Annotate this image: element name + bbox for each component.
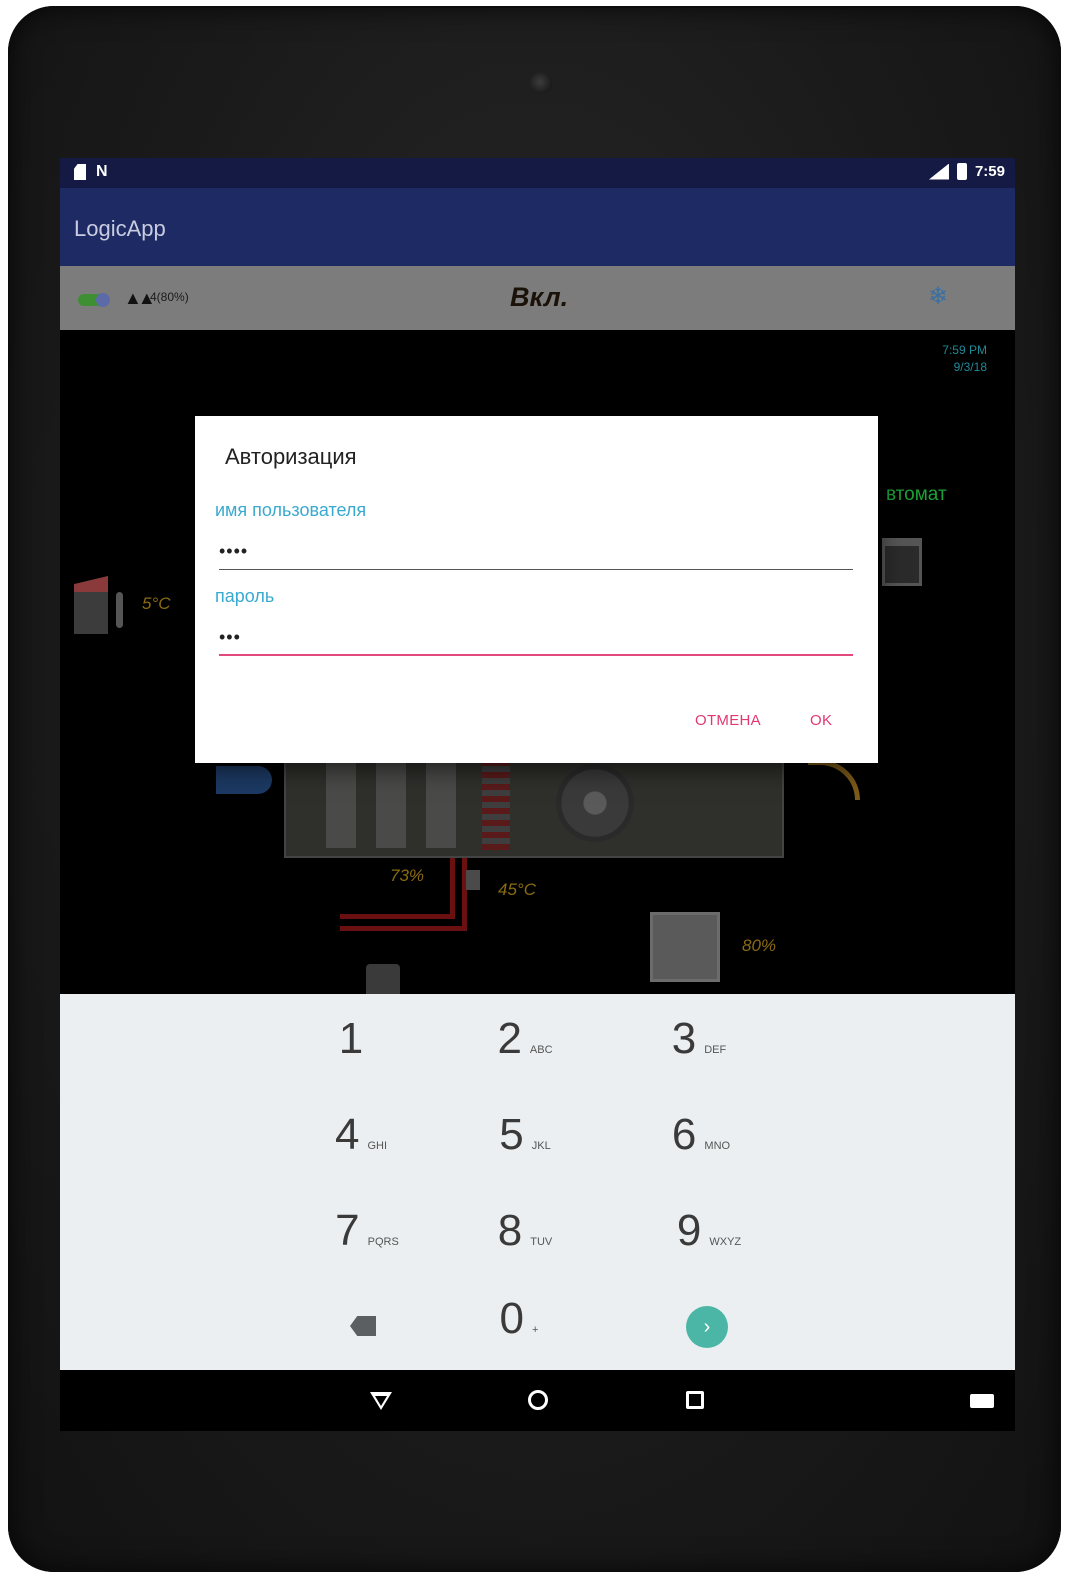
key-digit: 3 [671,1014,697,1063]
key-letters: + [532,1324,539,1336]
air-handling-unit [284,748,784,858]
app-title: LogicApp [74,216,166,241]
key-0[interactable]: 0 + [444,1294,594,1374]
control-toolbar: ▲▲ 4(80%) Вкл. ❄ [60,266,1015,330]
snowflake-icon[interactable]: ❄ [928,282,948,311]
ok-button[interactable]: OK [810,712,832,729]
key-digit: 8 [497,1206,523,1255]
key-digit: 5 [499,1110,524,1159]
home-icon[interactable] [528,1390,548,1410]
humidity-percent: 80% [742,936,777,955]
dialog-title: Авторизация [225,444,357,469]
key-letters: MNO [704,1140,731,1152]
battery-icon [956,163,967,180]
pipe [340,926,467,931]
valve-percent: 73% [390,866,425,885]
key-letters: GHI [367,1140,388,1152]
key-letters: TUV [530,1236,553,1248]
front-camera [530,72,552,94]
backspace-icon[interactable] [350,1316,376,1336]
screen: N 7:59 LogicApp ▲▲ 4(80%) Вкл. ❄ 7:59 PM… [60,158,1015,1431]
key-4[interactable]: 4 GHI [286,1110,436,1190]
pipe [450,858,455,918]
key-digit: 7 [335,1206,360,1255]
key-letters: PQRS [367,1236,399,1248]
supply-fan-icon [556,764,634,842]
fan-icon[interactable]: ▲▲ [124,288,156,309]
key-1[interactable]: 1 [276,1014,426,1094]
auth-dialog: Авторизация имя пользователя пароль ОТМЕ… [195,416,878,763]
key-9[interactable]: 9 WXYZ [634,1206,784,1286]
status-bar: N 7:59 [60,158,1015,188]
heater-coil [482,758,510,850]
key-6[interactable]: 6 MNO [626,1110,776,1190]
key-digit: 1 [338,1014,364,1063]
filter-section [376,758,406,848]
signal-icon [928,163,949,180]
back-icon[interactable] [370,1392,392,1410]
key-2[interactable]: 2 ABC [450,1014,600,1094]
cancel-button[interactable]: ОТМЕНА [695,712,761,729]
air-outlet-arrow-icon [808,760,860,800]
water-sensor-icon [466,870,480,890]
key-digit: 6 [671,1110,697,1159]
outside-temp: 5°C [142,594,171,613]
key-letters: DEF [704,1044,727,1056]
keyboard-switch-icon[interactable] [970,1394,994,1408]
key-digit: 0 [499,1294,525,1343]
key-7[interactable]: 7 PQRS [292,1206,442,1286]
app-bar: LogicApp [60,188,1015,266]
pump-icon [366,964,400,994]
filter-section [326,758,356,848]
key-letters: WXYZ [709,1236,742,1248]
key-3[interactable]: 3 DEF [624,1014,774,1094]
password-field[interactable] [219,620,853,656]
tablet-frame: N 7:59 LogicApp ▲▲ 4(80%) Вкл. ❄ 7:59 PM… [8,6,1061,1572]
key-letters: JKL [531,1140,551,1152]
power-toggle-icon[interactable] [78,293,110,307]
damper-icon [882,538,922,586]
pipe [340,914,455,919]
status-time: 7:59 [974,163,1005,180]
navigation-bar [60,1370,1015,1431]
username-field[interactable] [219,534,853,570]
recents-icon[interactable] [686,1391,704,1409]
humidity-controller-icon [650,912,720,982]
state-label: Вкл. [510,282,569,312]
key-digit: 2 [497,1014,522,1063]
scheme-datetime: 7:59 PM 9/3/18 [942,342,987,376]
filter-section [426,758,456,848]
next-icon[interactable]: › [686,1306,728,1348]
key-letters: ABC [529,1044,553,1056]
key-digit: 4 [334,1110,360,1159]
scheme-date: 9/3/18 [953,360,987,374]
key-digit: 9 [676,1206,702,1255]
pipe [462,858,467,928]
nfc-icon: N [96,163,108,180]
scheme-time: 7:59 PM [942,343,987,357]
thermometer-icon [116,592,123,628]
sd-card-icon [74,164,86,180]
building-icon [74,576,108,634]
key-8[interactable]: 8 TUV [450,1206,600,1286]
fan-level-label: 4(80%) [150,290,189,304]
numeric-keyboard: 1 2 ABC 3 DEF 4 GHI 5 JKL 6 MNO 7 PQRS 8… [60,994,1015,1370]
air-inlet-arrow-icon [216,766,272,794]
key-5[interactable]: 5 JKL [450,1110,600,1190]
username-label: имя пользователя [215,500,367,520]
mode-label: втомат [886,484,947,505]
password-label: пароль [215,586,275,606]
water-temp: 45°C [498,880,536,899]
